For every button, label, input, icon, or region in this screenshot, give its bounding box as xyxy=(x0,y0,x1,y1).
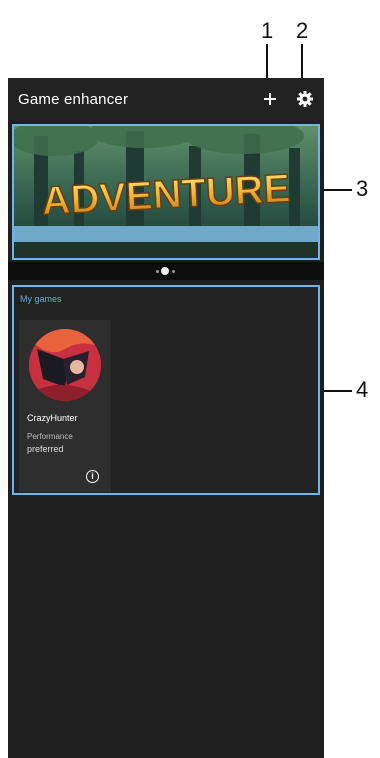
water xyxy=(14,226,318,242)
callout-4-line xyxy=(322,390,352,392)
app-title: Game enhancer xyxy=(18,91,129,108)
add-game-button[interactable] xyxy=(259,88,281,110)
featured-banner[interactable]: ADVENTURE xyxy=(12,124,320,260)
plus-icon xyxy=(264,93,276,105)
page-dot xyxy=(156,270,159,273)
settings-button[interactable] xyxy=(294,88,316,110)
callout-2: 2 xyxy=(296,18,309,43)
page-dot-active xyxy=(161,267,169,275)
app-bar: Game enhancer xyxy=(8,78,324,121)
callout-4: 4 xyxy=(356,377,369,402)
game-thumbnail xyxy=(29,329,101,401)
banner-artwork: ADVENTURE xyxy=(14,126,318,258)
game-art xyxy=(29,329,101,401)
gear-icon xyxy=(297,91,313,107)
callout-1: 1 xyxy=(261,18,274,43)
info-icon[interactable]: i xyxy=(86,470,99,483)
callout-3: 3 xyxy=(356,176,369,201)
banner-page-indicator[interactable] xyxy=(8,262,324,280)
page-dot xyxy=(172,270,175,273)
section-label: My games xyxy=(20,294,62,304)
game-mode-value: preferred xyxy=(27,444,64,454)
ground xyxy=(14,242,318,258)
game-card[interactable]: CrazyHunter Performance preferred i xyxy=(19,320,111,492)
callout-2-line xyxy=(301,44,303,82)
game-name: CrazyHunter xyxy=(27,413,78,423)
game-mode-label: Performance xyxy=(27,432,73,441)
callout-1-line xyxy=(266,44,268,82)
callout-3-line xyxy=(322,189,352,191)
my-games-section: My games CrazyHunter Performance preferr… xyxy=(12,285,320,495)
